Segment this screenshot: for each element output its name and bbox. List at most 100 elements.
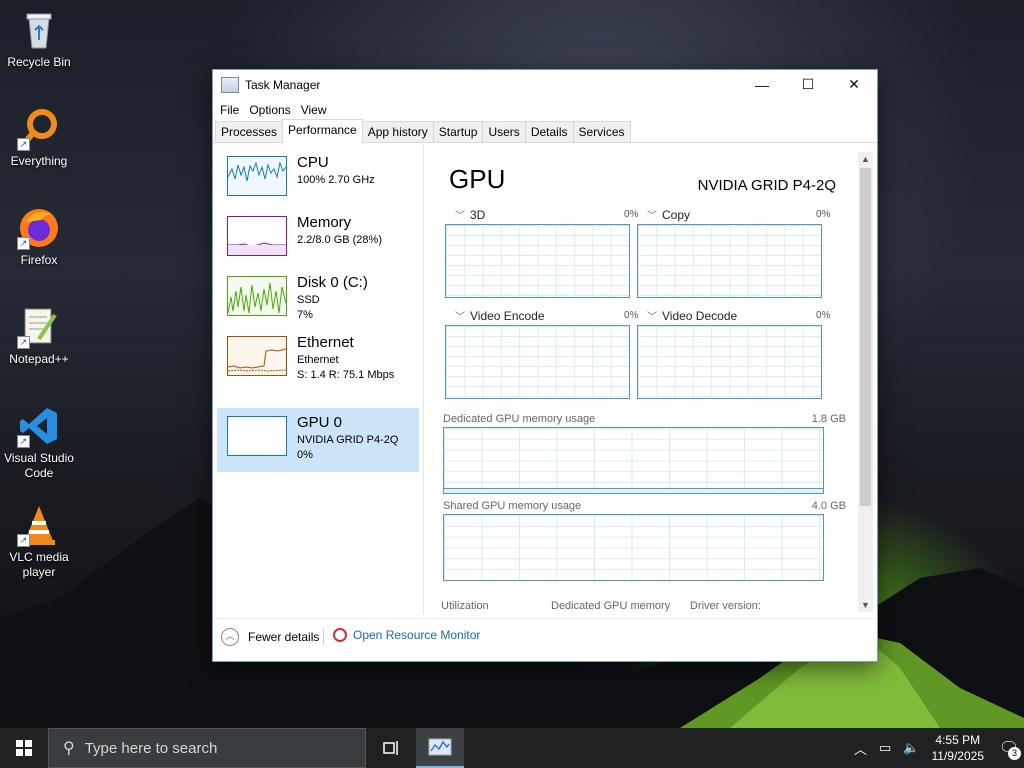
resource-item-gpu[interactable]: GPU 0 NVIDIA GRID P4-2Q 0% — [217, 408, 419, 472]
menu-options[interactable]: Options — [244, 103, 295, 117]
resource-item-ethernet[interactable]: Ethernet Ethernet S: 1.4 R: 75.1 Mbps — [217, 328, 419, 392]
window-footer: ︿ Fewer details Open Resource Monitor — [213, 618, 877, 657]
search-icon: ⚲ — [63, 740, 75, 757]
shortcut-arrow-icon: ↗ — [17, 534, 30, 547]
shortcut-arrow-icon: ↗ — [17, 237, 30, 250]
stat-label-utilization: Utilization — [441, 600, 489, 612]
resource-detail: SSD — [297, 294, 320, 306]
taskbar-task-manager-button[interactable] — [416, 728, 464, 768]
desktop-icon-firefox[interactable]: ↗ Firefox — [2, 206, 76, 268]
vertical-scrollbar[interactable]: ▲ ▼ — [858, 152, 873, 612]
maximize-button[interactable]: ☐ — [785, 70, 831, 99]
resource-name: Disk 0 (C:) — [297, 274, 368, 291]
chevron-down-icon: ﹀ — [455, 211, 465, 222]
tab-startup[interactable]: Startup — [432, 121, 484, 142]
desktop-icon-label: Visual Studio Code — [4, 451, 74, 480]
close-button[interactable]: ✕ — [831, 70, 877, 99]
tab-app-history[interactable]: App history — [361, 121, 434, 142]
engine-percent: 0% — [624, 209, 639, 220]
gpu-model-name: NVIDIA GRID P4-2Q — [697, 177, 836, 194]
ethernet-thumbnail-graph — [227, 336, 287, 376]
disk-thumbnail-graph — [227, 276, 287, 316]
chevron-down-icon: ﹀ — [647, 312, 657, 323]
start-button[interactable] — [0, 728, 48, 768]
memory-thumbnail-graph — [227, 216, 287, 256]
desktop-icon-label: Recycle Bin — [7, 55, 71, 69]
resource-monitor-icon — [333, 628, 347, 642]
show-hidden-icons-chevron-up-icon[interactable]: ︿ — [854, 739, 867, 758]
desktop-icon-label: Notepad++ — [9, 352, 69, 366]
fewer-details-button[interactable]: ︿ Fewer details — [221, 628, 319, 646]
engine-selector-video-decode[interactable]: ﹀ Video Decode — [647, 308, 737, 323]
windows-logo-icon — [16, 740, 32, 756]
open-resource-monitor-link[interactable]: Open Resource Monitor — [333, 628, 480, 642]
desktop-icon-vscode[interactable]: ↗ Visual Studio Code — [2, 404, 76, 481]
menu-file[interactable]: File — [215, 103, 244, 117]
desktop-icon-recycle-bin[interactable]: Recycle Bin — [2, 8, 76, 70]
shared-memory-graph — [443, 514, 824, 581]
resource-detail: 2.2/8.0 GB (28%) — [297, 234, 382, 246]
dedicated-memory-graph — [443, 427, 824, 494]
engine-percent: 0% — [816, 209, 831, 220]
volume-muted-icon[interactable]: 🔈 — [903, 740, 919, 756]
dedicated-memory-label: Dedicated GPU memory usage — [443, 413, 596, 425]
resource-item-cpu[interactable]: CPU 100% 2.70 GHz — [217, 148, 419, 212]
gpu-detail-panel: GPU NVIDIA GRID P4-2Q ﹀ 3D 0% ﹀ Copy 0% ﹀ V… — [435, 144, 857, 614]
scroll-up-icon[interactable]: ▲ — [858, 154, 873, 164]
stat-label-dedicated-memory: Dedicated GPU memory — [551, 600, 671, 612]
resource-detail: S: 1.4 R: 75.1 Mbps — [297, 369, 395, 381]
title-bar[interactable]: Task Manager — ☐ ✕ — [213, 70, 877, 99]
engine-percent: 0% — [816, 310, 831, 321]
engine-selector-copy[interactable]: ﹀ Copy — [647, 207, 690, 222]
tab-processes[interactable]: Processes — [215, 121, 284, 142]
tab-users[interactable]: Users — [482, 121, 526, 142]
tab-details[interactable]: Details — [524, 121, 574, 142]
engine-graph-3d — [445, 224, 630, 298]
task-view-icon — [383, 741, 398, 755]
tab-bar: Processes Performance App history Startu… — [213, 119, 877, 143]
engine-graph-copy — [637, 224, 822, 298]
engine-graph-video-decode — [637, 325, 822, 399]
scrollbar-thumb[interactable] — [860, 168, 871, 506]
chevron-down-icon: ﹀ — [647, 211, 657, 222]
notepad-plus-plus-icon: ↗ — [17, 305, 61, 349]
shortcut-arrow-icon: ↗ — [17, 435, 30, 448]
dedicated-memory-max: 1.8 GB — [811, 413, 846, 425]
scroll-down-icon[interactable]: ▼ — [858, 600, 873, 610]
minimize-button[interactable]: — — [739, 70, 785, 99]
gpu-thumbnail-graph — [227, 416, 287, 456]
resource-detail: Ethernet — [297, 354, 339, 366]
dedicated-memory-fill — [444, 488, 823, 493]
action-center-button[interactable]: 🗨 3 — [994, 728, 1024, 768]
tab-performance[interactable]: Performance — [282, 119, 363, 143]
clock[interactable]: 4:55 PM 11/9/2025 — [932, 732, 985, 764]
tab-services[interactable]: Services — [572, 121, 631, 142]
desktop-icon-label: Everything — [10, 154, 68, 168]
engine-selector-3d[interactable]: ﹀ 3D — [455, 207, 485, 222]
resource-item-memory[interactable]: Memory 2.2/8.0 GB (28%) — [217, 208, 419, 272]
resource-list: CPU 100% 2.70 GHz Memory 2.2/8.0 GB (28%… — [213, 144, 424, 614]
engine-selector-video-encode[interactable]: ﹀ Video Encode — [455, 308, 545, 323]
network-icon[interactable]: ▭ — [879, 740, 891, 756]
desktop-icon-everything[interactable]: ↗ Everything — [2, 107, 76, 169]
search-placeholder: Type here to search — [84, 739, 218, 757]
window-title: Task Manager — [245, 77, 321, 92]
task-manager-icon — [221, 76, 239, 93]
cpu-thumbnail-graph — [227, 156, 287, 196]
menu-view[interactable]: View — [296, 103, 332, 117]
shared-memory-max: 4.0 GB — [811, 500, 846, 512]
desktop-icon-vlc[interactable]: ↗ VLC media player — [2, 503, 76, 580]
clock-date: 11/9/2025 — [931, 749, 985, 763]
resource-item-disk[interactable]: Disk 0 (C:) SSD 7% — [217, 268, 419, 332]
vscode-icon: ↗ — [17, 404, 61, 448]
shortcut-arrow-icon: ↗ — [17, 336, 30, 349]
desktop-icon-notepad-plus-plus[interactable]: ↗ Notepad++ — [2, 305, 76, 367]
clock-time: 4:55 PM — [935, 733, 981, 747]
chevron-down-icon: ﹀ — [455, 312, 465, 323]
task-view-button[interactable] — [366, 728, 416, 768]
resource-detail: 7% — [297, 309, 313, 321]
task-manager-window: Task Manager — ☐ ✕ File Options View Pro… — [212, 69, 878, 662]
page-title: GPU — [449, 164, 506, 194]
resource-name: GPU 0 — [297, 414, 343, 431]
taskbar-search-box[interactable]: ⚲ Type here to search — [48, 728, 366, 768]
